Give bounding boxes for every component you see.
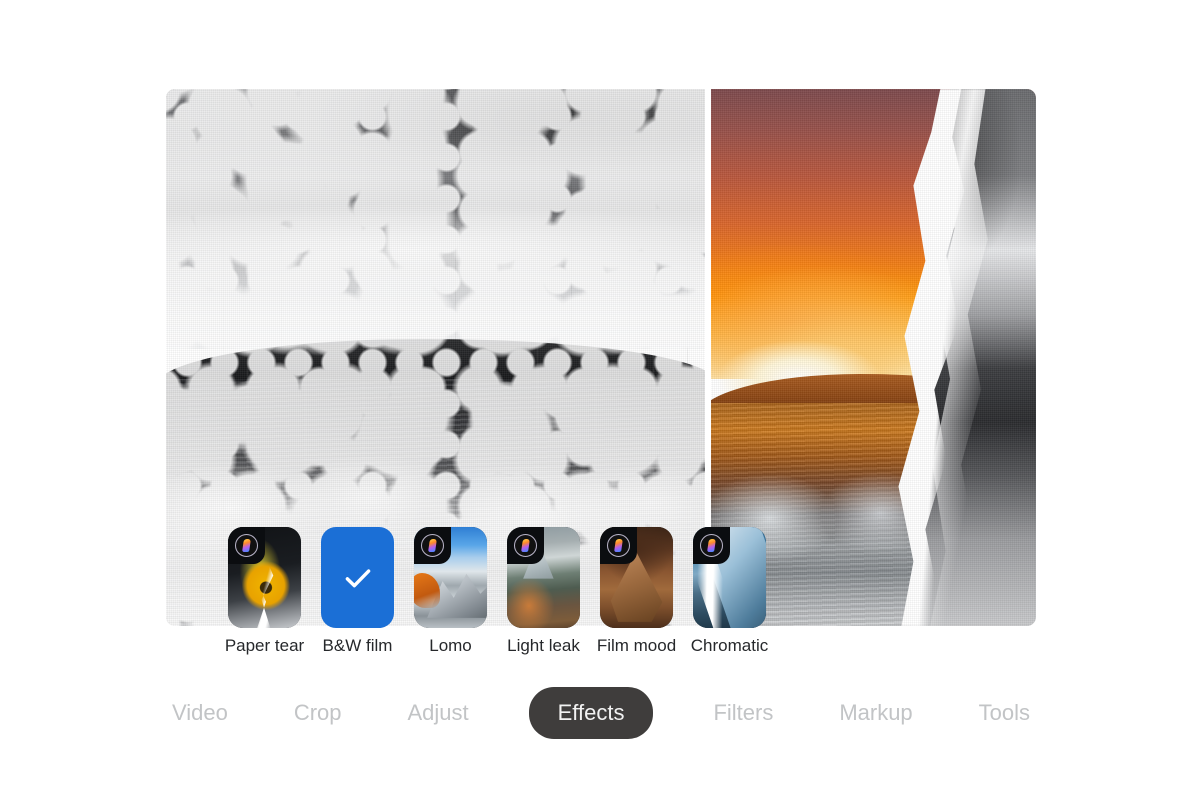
tab-filters[interactable]: Filters xyxy=(707,700,779,726)
check-icon xyxy=(345,568,370,587)
badge-spark-icon xyxy=(521,539,530,552)
pro-effect-badge-icon xyxy=(507,527,544,564)
effects-thumbnail-strip[interactable]: Paper tear B&W film Lomo Light leak Film… xyxy=(224,527,769,656)
effect-thumbnail-selected[interactable] xyxy=(321,527,394,628)
photo-editor-screen: Paper tear B&W film Lomo Light leak Film… xyxy=(0,0,1200,800)
pro-effect-badge-icon xyxy=(228,527,265,564)
effect-item-bw-film[interactable]: B&W film xyxy=(321,527,394,656)
effect-thumbnail[interactable] xyxy=(507,527,580,628)
tab-markup[interactable]: Markup xyxy=(833,700,918,726)
badge-ring-icon xyxy=(607,534,630,557)
tab-crop[interactable]: Crop xyxy=(288,700,348,726)
tab-video[interactable]: Video xyxy=(166,700,234,726)
badge-ring-icon xyxy=(421,534,444,557)
effect-item-paper-tear[interactable]: Paper tear xyxy=(224,527,305,656)
pro-effect-badge-icon xyxy=(693,527,730,564)
effect-thumbnail[interactable] xyxy=(600,527,673,628)
effect-label: Chromatic xyxy=(690,636,769,655)
effect-item-lomo[interactable]: Lomo xyxy=(414,527,487,656)
badge-spark-icon xyxy=(707,539,716,552)
badge-spark-icon xyxy=(428,539,437,552)
badge-ring-icon xyxy=(514,534,537,557)
badge-ring-icon xyxy=(235,534,258,557)
pro-effect-badge-icon xyxy=(414,527,451,564)
effect-label: Film mood xyxy=(596,636,677,655)
effect-thumbnail[interactable] xyxy=(228,527,301,628)
badge-ring-icon xyxy=(700,534,723,557)
pro-effect-badge-icon xyxy=(600,527,637,564)
effect-label: B&W film xyxy=(322,636,393,655)
effect-thumbnail[interactable] xyxy=(693,527,766,628)
effect-label: Lomo xyxy=(429,636,472,655)
effect-item-light-leak[interactable]: Light leak xyxy=(507,527,580,656)
badge-spark-icon xyxy=(614,539,623,552)
effect-item-film-mood[interactable]: Film mood xyxy=(596,527,677,656)
badge-spark-icon xyxy=(242,539,251,552)
tab-effects[interactable]: Effects xyxy=(528,687,654,739)
effect-item-chromatic[interactable]: Chromatic xyxy=(690,527,769,656)
effect-label: Light leak xyxy=(507,636,580,655)
tab-tools[interactable]: Tools xyxy=(973,700,1036,726)
effect-thumbnail[interactable] xyxy=(414,527,487,628)
tab-adjust[interactable]: Adjust xyxy=(402,700,475,726)
editor-tab-bar[interactable]: Video Crop Adjust Effects Filters Markup… xyxy=(166,687,1036,739)
effect-label: Paper tear xyxy=(224,636,305,655)
